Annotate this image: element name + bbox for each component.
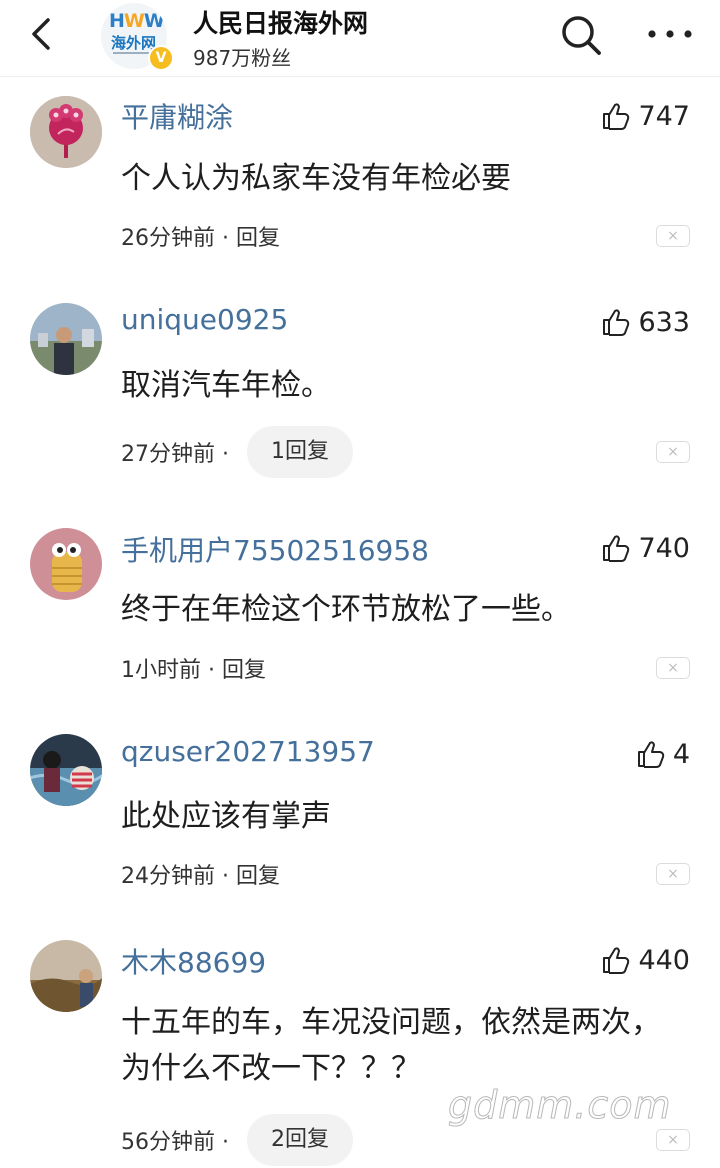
illustration-avatar-icon: [30, 734, 102, 806]
like-count: 4: [672, 738, 690, 770]
dismiss-button[interactable]: ×: [656, 657, 690, 679]
comment-username[interactable]: 木木88699: [121, 941, 266, 981]
like-button[interactable]: 633: [600, 304, 690, 340]
replies-button[interactable]: 2回复: [246, 1114, 353, 1166]
like-count: 740: [638, 532, 690, 564]
avatar[interactable]: [30, 940, 102, 1012]
like-button[interactable]: 4: [635, 736, 690, 772]
comment-text: 终于在年检这个环节放松了一些。: [121, 592, 571, 627]
like-count: 747: [638, 100, 690, 132]
comment-time: 27分钟前 ·: [121, 442, 229, 467]
follower-count: 987万粉丝: [193, 46, 292, 70]
dismiss-button[interactable]: ×: [656, 863, 690, 885]
comment-text: 此处应该有掌声: [121, 799, 331, 834]
like-count: 440: [638, 944, 690, 976]
watermark: gdmm.com: [448, 1083, 672, 1128]
comment-meta: 27分钟前 · 1回复: [121, 426, 353, 478]
comment-username[interactable]: unique0925: [121, 303, 288, 336]
account-name[interactable]: 人民日报海外网: [193, 4, 368, 40]
like-button[interactable]: 747: [600, 98, 690, 134]
comment-meta: 26分钟前 · 回复: [121, 210, 280, 262]
comment-username[interactable]: qzuser202713957: [121, 735, 375, 768]
search-icon[interactable]: [558, 12, 604, 58]
top-bar: HWW 海外网 V 人民日报海外网 987万粉丝: [0, 0, 720, 77]
avatar[interactable]: [30, 734, 102, 806]
comment-text: 十五年的车，车况没问题，依然是两次，为什么不改一下？？？: [121, 1005, 661, 1086]
avatar[interactable]: [30, 528, 102, 600]
like-button[interactable]: 440: [600, 942, 690, 978]
comment-meta: 56分钟前 · 2回复: [121, 1114, 353, 1166]
thumbs-up-icon: [603, 535, 630, 562]
person-photo-avatar-icon: [30, 303, 102, 375]
dismiss-button[interactable]: ×: [656, 441, 690, 463]
avatar[interactable]: [30, 303, 102, 375]
comment-username[interactable]: 平庸糊涂: [121, 96, 233, 136]
chevron-left-icon[interactable]: [22, 14, 62, 54]
dismiss-button[interactable]: ×: [656, 1129, 690, 1151]
comment-text: 取消汽车年检。: [121, 368, 331, 403]
comment-time: 56分钟前 ·: [121, 1130, 229, 1155]
replies-button[interactable]: 1回复: [246, 426, 353, 478]
more-dots-icon[interactable]: [646, 18, 694, 50]
comment-time-reply[interactable]: 26分钟前 · 回复: [121, 220, 280, 252]
comment-username[interactable]: 手机用户75502516958: [121, 529, 429, 569]
landscape-photo-avatar-icon: [30, 940, 102, 1012]
logo-text: HWW: [109, 10, 165, 32]
comment-time-reply[interactable]: 24分钟前 · 回复: [121, 858, 280, 890]
like-count: 633: [638, 306, 690, 338]
cartoon-avatar-icon: [30, 528, 102, 600]
dismiss-button[interactable]: ×: [656, 225, 690, 247]
thumbs-up-icon: [637, 741, 664, 768]
comment-time-reply[interactable]: 1小时前 · 回复: [121, 652, 266, 684]
comment-meta: 1小时前 · 回复: [121, 642, 266, 694]
logo-underline: [113, 52, 149, 54]
thumbs-up-icon: [603, 103, 630, 130]
avatar[interactable]: [30, 96, 102, 168]
comment-meta: 24分钟前 · 回复: [121, 848, 280, 900]
flower-avatar-icon: [30, 96, 102, 168]
like-button[interactable]: 740: [600, 530, 690, 566]
comment-text: 个人认为私家车没有年检必要: [121, 161, 511, 196]
thumbs-up-icon: [603, 309, 630, 336]
verified-badge: V: [148, 45, 174, 71]
thumbs-up-icon: [603, 947, 630, 974]
